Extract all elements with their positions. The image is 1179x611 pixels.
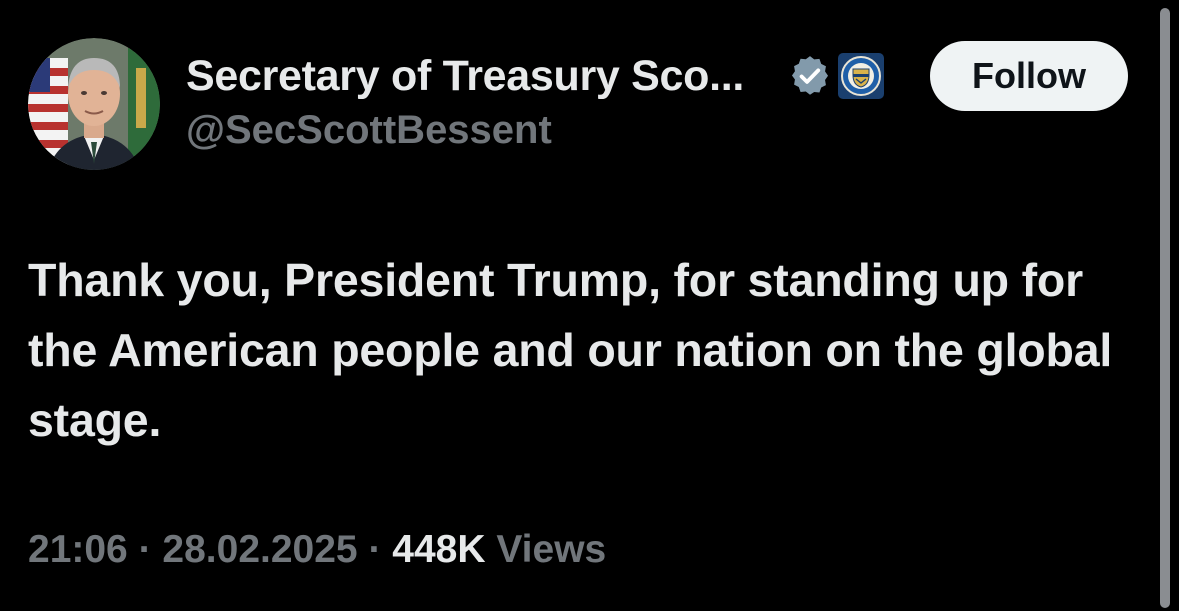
views-count[interactable]: 448K <box>392 528 485 571</box>
scrollbar[interactable] <box>1160 8 1170 608</box>
tweet-meta: 21:06 · 28.02.2025 · 448K Views <box>28 528 606 572</box>
avatar[interactable] <box>28 38 160 170</box>
meta-separator: · <box>357 528 393 571</box>
views-label: Views <box>496 528 607 571</box>
meta-separator: · <box>127 528 163 571</box>
tweet-text: Thank you, President Trump, for standing… <box>28 254 1113 446</box>
profile-photo-icon <box>28 38 160 170</box>
author-display-name[interactable]: Secretary of Treasury Sco... <box>186 52 744 101</box>
follow-button[interactable]: Follow <box>930 41 1128 111</box>
tweet-time[interactable]: 21:06 <box>28 528 128 571</box>
verified-badge-icon <box>791 56 829 95</box>
treasury-seal-icon <box>838 53 884 99</box>
tweet-date[interactable]: 28.02.2025 <box>162 528 357 571</box>
author-handle[interactable]: @SecScottBessent <box>186 108 552 153</box>
